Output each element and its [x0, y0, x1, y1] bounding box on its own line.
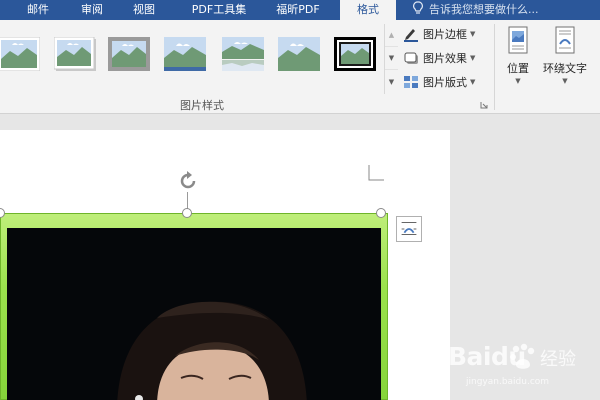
- layout-options-button[interactable]: [396, 216, 422, 242]
- picture-style-6[interactable]: [278, 37, 320, 71]
- resize-handle-top-right[interactable]: [376, 208, 386, 218]
- chevron-down-icon: ▼: [562, 77, 568, 85]
- picture-layout-label: 图片版式: [423, 76, 467, 89]
- position-icon: [508, 26, 528, 54]
- picture-style-1[interactable]: [0, 37, 40, 71]
- picture-style-thumbnail-icon: [222, 37, 264, 71]
- chevron-down-icon: ▼: [470, 30, 476, 38]
- chevron-down-icon: ▼: [515, 77, 521, 85]
- ribbon-group-separator: [494, 24, 495, 110]
- tab-mailings[interactable]: 邮件: [16, 0, 60, 20]
- chevron-down-icon: ▼: [470, 78, 476, 86]
- baidu-jingyan-watermark: Baidu 经验 jingyan.baidu.com: [448, 337, 598, 397]
- position-button[interactable]: 位置 ▼: [502, 26, 534, 85]
- gallery-scroll-up-button[interactable]: ▲: [385, 24, 398, 47]
- gallery-scroll-down-button[interactable]: ▼: [385, 47, 398, 70]
- tab-pdf-tools[interactable]: PDF工具集: [180, 0, 258, 20]
- paw-logo-icon: [510, 343, 535, 369]
- lightbulb-icon: [413, 1, 423, 14]
- picture-style-thumbnail-icon: [108, 37, 150, 71]
- document-area: Baidu 经验 jingyan.baidu.com: [0, 115, 600, 400]
- resize-handle-top-middle[interactable]: [182, 208, 192, 218]
- picture-styles-gallery: [0, 24, 384, 98]
- picture-effects-icon: [404, 52, 418, 64]
- watermark-url: jingyan.baidu.com: [466, 377, 550, 387]
- picture-style-2[interactable]: [54, 37, 96, 71]
- tell-me-text: 告诉我您想要做什么...: [429, 3, 539, 16]
- tab-review[interactable]: 审阅: [70, 0, 114, 20]
- dialog-launcher-icon[interactable]: [480, 101, 488, 109]
- gallery-scrollbar: ▲ ▼ ▼: [384, 24, 398, 94]
- picture-effects-label: 图片效果: [423, 52, 467, 65]
- picture-style-4[interactable]: [164, 37, 206, 71]
- picture-border-label: 图片边框: [423, 28, 467, 41]
- picture-effects-button[interactable]: 图片效果 ▼: [403, 48, 475, 68]
- selected-picture[interactable]: [7, 228, 381, 400]
- picture-style-thumbnail-icon: [0, 37, 40, 71]
- picture-layout-button[interactable]: 图片版式 ▼: [403, 72, 475, 92]
- position-label: 位置: [507, 62, 529, 75]
- picture-style-5[interactable]: [222, 37, 264, 71]
- tell-me-box[interactable]: 告诉我您想要做什么...: [412, 0, 539, 20]
- picture-layout-icon: [404, 76, 418, 88]
- rotate-icon[interactable]: [177, 170, 199, 192]
- margin-corner-mark: [368, 165, 384, 181]
- wrap-text-button[interactable]: 环绕文字 ▼: [538, 26, 592, 85]
- picture-style-thumbnail-icon: [278, 37, 320, 71]
- picture-style-3[interactable]: [108, 37, 150, 71]
- picture-style-thumbnail-icon: [334, 37, 376, 71]
- tab-format[interactable]: 格式: [340, 0, 396, 20]
- watermark-sub: 经验: [540, 349, 576, 370]
- gallery-more-button[interactable]: ▼: [385, 70, 398, 93]
- chevron-down-icon: ▼: [470, 54, 476, 62]
- tab-view[interactable]: 视图: [122, 0, 166, 20]
- tab-foxit-pdf[interactable]: 福昕PDF: [264, 0, 332, 20]
- picture-border-button[interactable]: 图片边框 ▼: [403, 24, 475, 44]
- picture-style-7-selected[interactable]: [334, 37, 376, 71]
- ribbon-tab-bar: 邮件 审阅 视图 PDF工具集 福昕PDF 格式 告诉我您想要做什么...: [0, 0, 600, 20]
- pencil-border-icon: [404, 29, 418, 42]
- layout-options-icon: [401, 222, 417, 235]
- wrap-text-label: 环绕文字: [543, 62, 587, 75]
- picture-style-thumbnail-icon: [164, 37, 206, 71]
- selected-picture-frame[interactable]: [0, 213, 388, 400]
- picture-style-thumbnail-icon: [54, 37, 96, 71]
- picture-styles-group-label: 图片样式: [180, 99, 224, 112]
- ribbon: ▲ ▼ ▼ 图片样式 图片边框 ▼ 图片效果 ▼ 图片版式 ▼ 位置 ▼ 环绕文…: [0, 20, 600, 114]
- portrait-photo: [7, 228, 381, 400]
- wrap-text-icon: [555, 26, 575, 54]
